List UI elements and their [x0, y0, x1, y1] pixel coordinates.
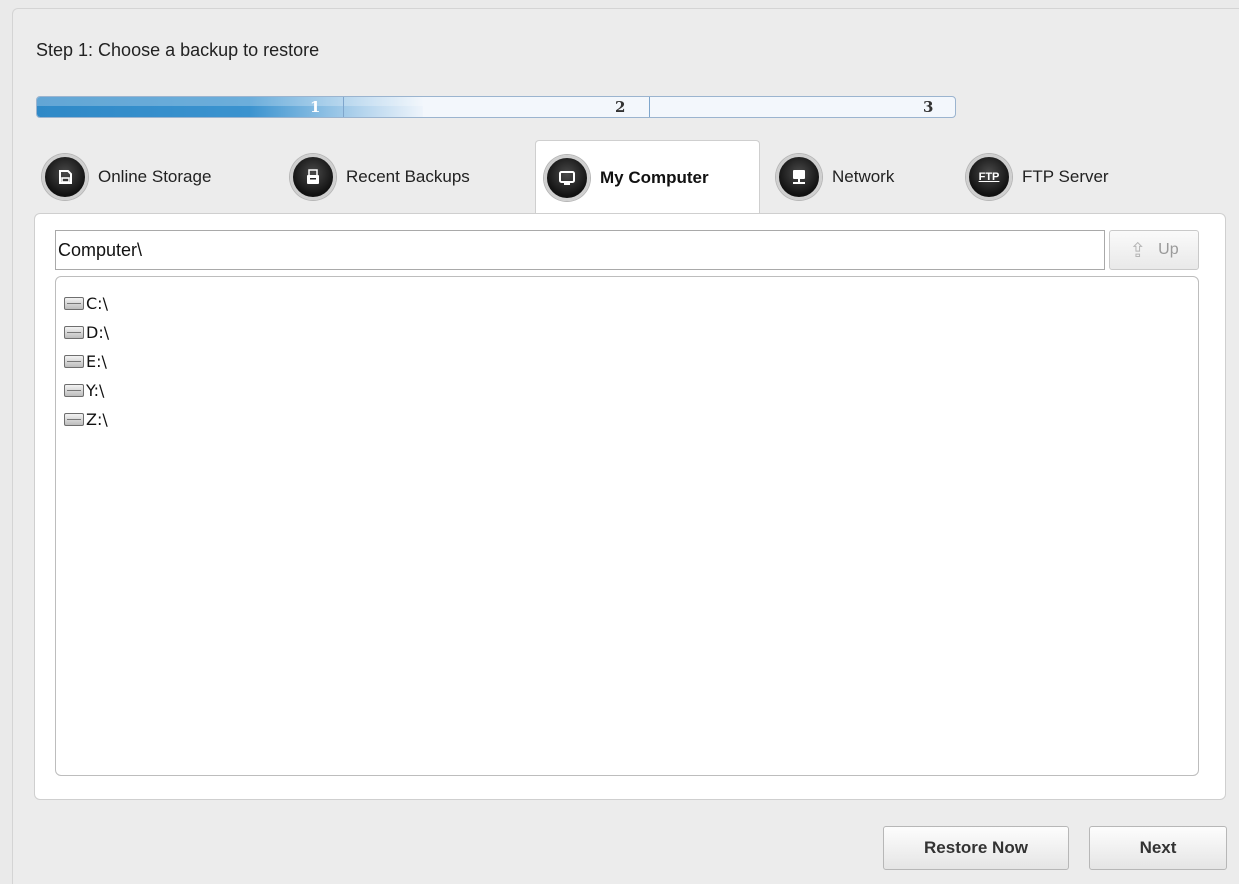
up-arrow-icon: ⇪ — [1129, 239, 1147, 262]
tab-label: FTP Server — [1022, 167, 1109, 186]
ftp-icon-text: FTP — [978, 171, 1000, 183]
list-item[interactable]: Z:\ — [64, 408, 108, 430]
tab-network[interactable]: Network — [776, 140, 894, 214]
restore-now-button[interactable]: Restore Now — [883, 826, 1069, 870]
tab-my-computer[interactable]: My Computer — [535, 140, 760, 215]
list-item[interactable]: C:\ — [64, 292, 108, 314]
tab-online-storage[interactable]: Online Storage — [42, 140, 211, 214]
step-progress-bar: 1 2 3 — [36, 96, 956, 118]
computer-icon — [544, 155, 590, 201]
drive-icon — [64, 325, 84, 339]
tab-label: Recent Backups — [346, 167, 470, 186]
list-item[interactable]: Y:\ — [64, 379, 104, 401]
storage-icon — [42, 154, 88, 200]
next-button[interactable]: Next — [1089, 826, 1227, 870]
drive-icon — [64, 354, 84, 368]
step-title: Step 1: Choose a backup to restore — [36, 40, 320, 60]
progress-segment-2 — [37, 97, 650, 117]
tab-label: Online Storage — [98, 167, 212, 186]
list-item[interactable]: E:\ — [64, 350, 107, 372]
list-item[interactable]: D:\ — [64, 321, 109, 343]
progress-step-3: 3 — [923, 98, 934, 116]
drive-label: D:\ — [86, 322, 110, 342]
up-button-label: Up — [1158, 241, 1179, 258]
drive-label: C:\ — [86, 293, 108, 313]
drive-icon — [64, 383, 84, 397]
tab-label: My Computer — [600, 168, 709, 187]
tab-ftp-server[interactable]: FTP FTP Server — [966, 140, 1109, 214]
drive-icon — [64, 412, 84, 426]
drive-label: Y:\ — [86, 380, 105, 400]
progress-step-1: 1 — [310, 98, 321, 116]
tab-recent-backups[interactable]: Recent Backups — [290, 140, 470, 214]
drive-icon — [64, 296, 84, 310]
up-button[interactable]: ⇪ Up — [1109, 230, 1199, 270]
drive-label: E:\ — [86, 351, 107, 371]
network-icon — [776, 154, 822, 200]
drive-list[interactable]: C:\ D:\ E:\ Y:\ Z:\ — [55, 276, 1199, 776]
backups-icon — [290, 154, 336, 200]
ftp-icon: FTP — [966, 154, 1012, 200]
drive-label: Z:\ — [86, 409, 108, 429]
tab-label: Network — [832, 167, 895, 186]
progress-step-2: 2 — [615, 98, 626, 116]
path-field[interactable] — [55, 230, 1105, 270]
